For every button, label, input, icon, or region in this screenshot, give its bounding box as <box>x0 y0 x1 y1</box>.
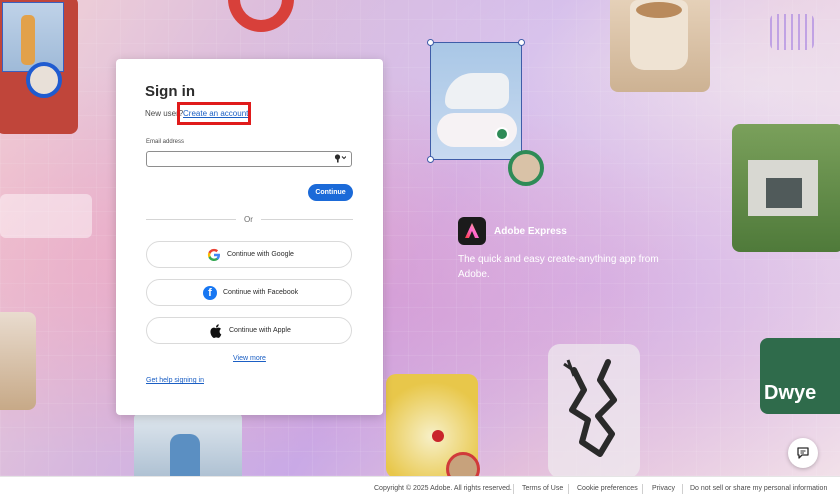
google-label: Continue with Google <box>227 251 294 258</box>
divider <box>146 219 236 220</box>
decor-dancer-tile <box>134 414 242 484</box>
decor-coffee-foam <box>636 2 682 18</box>
decor-left-panel <box>0 194 92 238</box>
decor-sculpture <box>563 359 617 457</box>
get-help-link[interactable]: Get help signing in <box>146 377 204 384</box>
facebook-icon: f <box>203 286 217 300</box>
signin-card: Sign in New user? Create an account Emai… <box>116 59 383 415</box>
view-more-link[interactable]: View more <box>233 355 266 362</box>
decor-avatar <box>508 150 544 186</box>
continue-with-apple-button[interactable]: Continue with Apple <box>146 317 352 344</box>
decor-dwyer-text: Dwye <box>764 382 817 404</box>
footer-copyright: Copyright © 2025 Adobe. All rights reser… <box>374 485 512 492</box>
apple-label: Continue with Apple <box>229 327 291 334</box>
footer-separator <box>682 484 683 494</box>
continue-button[interactable]: Continue <box>308 184 353 201</box>
decor-bottle <box>21 15 35 65</box>
decor-handle <box>427 39 434 46</box>
apple-icon <box>209 324 223 338</box>
decor-sneaker <box>445 73 509 109</box>
continue-with-google-button[interactable]: Continue with Google <box>146 241 352 268</box>
decor-bars <box>770 14 814 50</box>
decor-dwyer-tile: Dwye <box>760 338 840 414</box>
decor-coffee-tile <box>610 0 710 92</box>
footer-cookie-link[interactable]: Cookie preferences <box>577 485 638 492</box>
continue-with-facebook-button[interactable]: f Continue with Facebook <box>146 279 352 306</box>
footer-separator <box>642 484 643 494</box>
footer-separator <box>513 484 514 494</box>
decor-bottle-tile <box>0 0 78 134</box>
decor-avatar-ring <box>26 62 62 98</box>
google-icon <box>207 248 221 262</box>
decor-red-dot <box>432 430 444 442</box>
promo-title: Adobe Express <box>494 226 567 237</box>
adobe-express-logo <box>458 217 486 245</box>
decor-green-dot <box>495 127 509 141</box>
promo-description: The quick and easy create-anything app f… <box>458 254 659 280</box>
facebook-label: Continue with Facebook <box>223 289 299 296</box>
signin-title: Sign in <box>145 83 195 100</box>
chat-button[interactable] <box>788 438 818 468</box>
decor-handle <box>427 156 434 163</box>
divider <box>261 219 353 220</box>
decor-handle <box>518 39 525 46</box>
decor-house-window <box>766 178 802 208</box>
decor-woman-tile <box>0 312 36 410</box>
footer-privacy-link[interactable]: Privacy <box>652 485 675 492</box>
decor-sneaker-tile <box>430 42 522 160</box>
highlight-box <box>177 102 251 125</box>
footer: Copyright © 2025 Adobe. All rights reser… <box>0 476 840 500</box>
chat-icon <box>797 447 809 459</box>
email-field[interactable] <box>146 151 352 167</box>
footer-terms-link[interactable]: Terms of Use <box>522 485 563 492</box>
footer-separator <box>568 484 569 494</box>
footer-do-not-sell-link[interactable]: Do not sell or share my personal informa… <box>690 485 827 492</box>
or-label: Or <box>244 215 253 224</box>
decor-house-tile <box>732 124 840 252</box>
email-label: Email address <box>146 139 185 145</box>
decor-bottle-frame <box>2 2 64 72</box>
decor-sculpture-tile <box>548 344 640 478</box>
key-icon[interactable] <box>334 153 348 165</box>
